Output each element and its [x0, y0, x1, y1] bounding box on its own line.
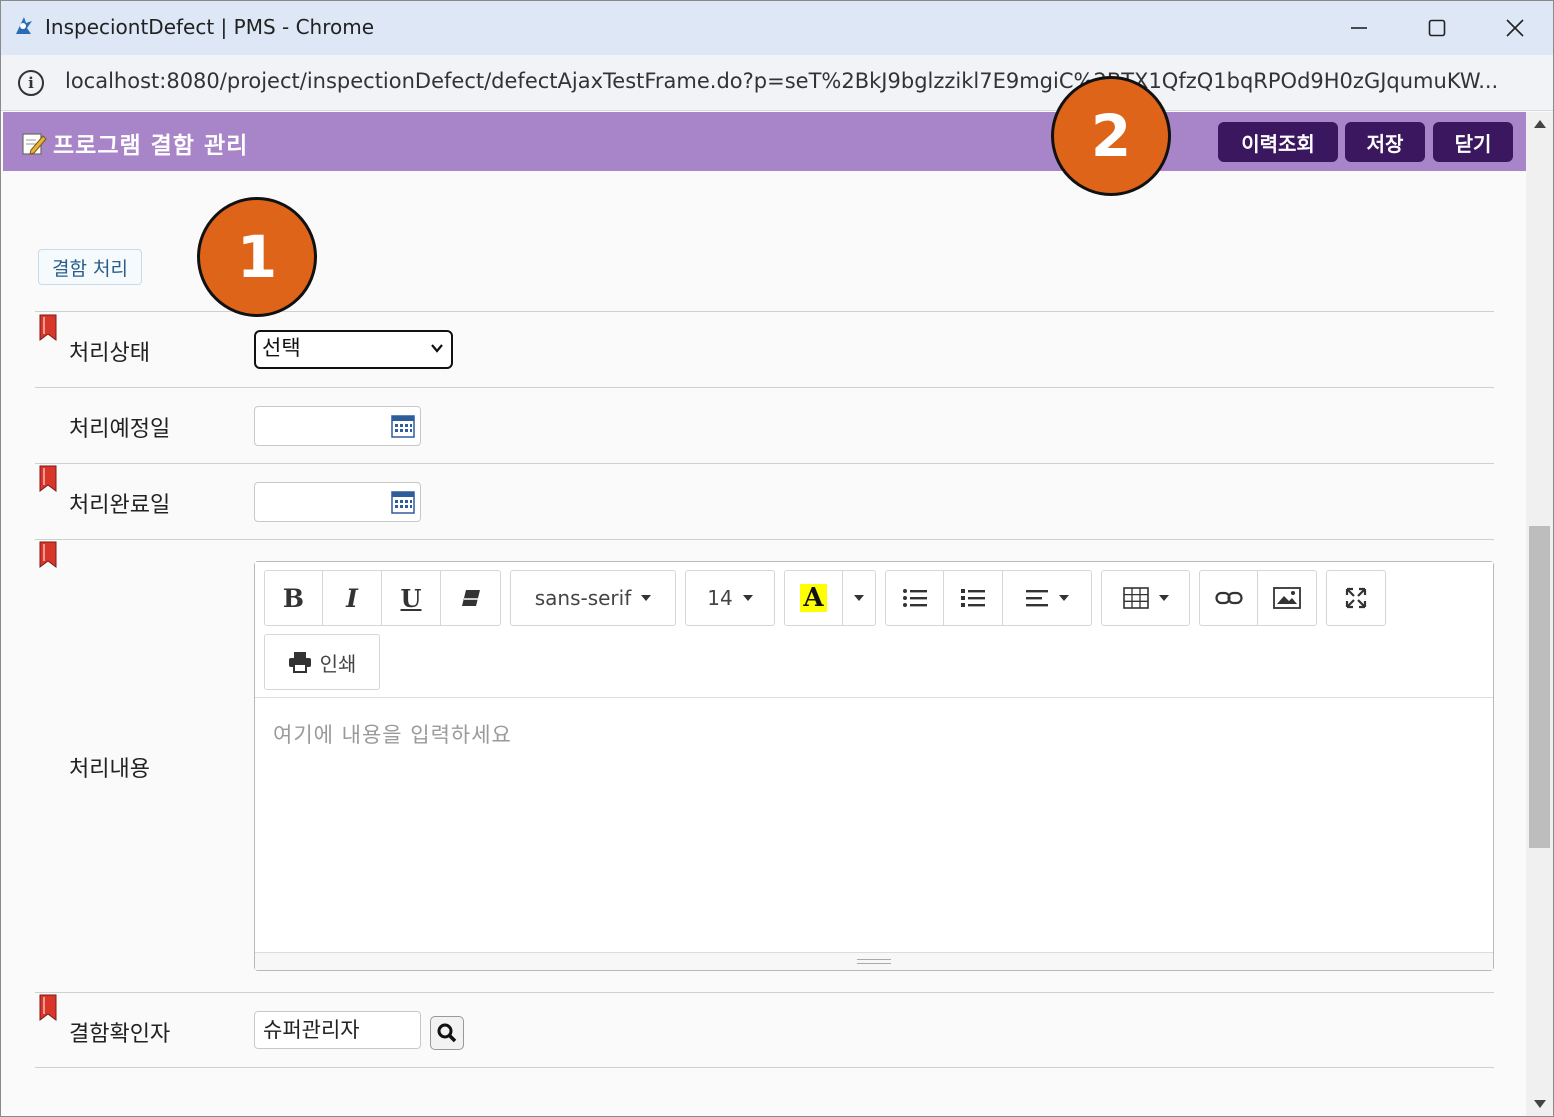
align-left-icon	[1026, 590, 1048, 607]
printer-icon	[288, 652, 311, 673]
required-bookmark-icon	[39, 541, 57, 568]
save-button[interactable]: 저장	[1345, 122, 1425, 162]
close-icon	[1506, 19, 1524, 37]
section-label: 결함 처리	[38, 249, 142, 285]
minimize-icon	[1351, 27, 1367, 29]
required-bookmark-icon	[39, 314, 57, 341]
page-title: 프로그램 결함 관리	[53, 133, 249, 159]
editor-resize-bar[interactable]	[255, 952, 1493, 970]
ordered-list-button[interactable]	[944, 571, 1003, 625]
table-dropdown[interactable]	[1101, 570, 1190, 626]
style-button-group: B I U	[264, 570, 501, 626]
font-size-value: 14	[707, 586, 733, 610]
caret-down-icon	[1059, 595, 1069, 601]
unordered-list-icon	[902, 589, 927, 607]
color-button-group: A	[784, 570, 876, 626]
print-label: 인쇄	[319, 651, 357, 676]
unordered-list-button[interactable]	[886, 571, 944, 625]
history-button[interactable]: 이력조회	[1218, 122, 1338, 162]
font-size-dropdown[interactable]: 14	[685, 570, 775, 626]
status-select[interactable]: 선택	[254, 330, 453, 369]
caret-down-icon	[1158, 595, 1169, 601]
caret-down-icon	[742, 595, 753, 601]
status-select-value: 선택	[262, 336, 301, 360]
calendar-icon[interactable]	[390, 413, 416, 439]
editor-content-area[interactable]: 여기에 내용을 입력하세요	[255, 699, 1493, 951]
completed-date-input[interactable]	[254, 482, 421, 522]
resize-grip-icon[interactable]	[857, 959, 891, 964]
fullscreen-icon	[1345, 587, 1367, 609]
font-color-icon: A	[800, 584, 827, 612]
bold-icon: B	[282, 583, 305, 613]
close-window-button[interactable]	[1485, 7, 1545, 49]
confirmer-input[interactable]: 슈퍼관리자	[254, 1011, 421, 1049]
row-divider	[35, 992, 1494, 993]
url-field[interactable]: localhost:8080/project/inspectionDefect/…	[65, 69, 1525, 93]
table-icon	[1122, 587, 1149, 609]
rich-text-editor: B I U sans-serif 14 A 인쇄 여기에 내용을 입력하세요	[254, 561, 1494, 971]
vertical-scrollbar[interactable]	[1526, 112, 1553, 1116]
row-divider	[35, 1067, 1494, 1068]
status-label: 처리상태	[69, 341, 150, 366]
required-bookmark-icon	[39, 994, 57, 1021]
browser-window: InspeciontDefect | PMS - Chrome i localh…	[0, 0, 1554, 1117]
confirmer-search-button[interactable]	[430, 1016, 464, 1050]
info-icon[interactable]: i	[18, 70, 44, 96]
color-dropdown-button[interactable]	[843, 571, 875, 625]
align-dropdown[interactable]	[1003, 571, 1091, 625]
planned-date-label: 처리예정일	[69, 417, 171, 442]
maximize-button[interactable]	[1407, 7, 1467, 49]
ordered-list-icon	[961, 589, 985, 607]
window-title: InspeciontDefect | PMS - Chrome	[45, 15, 375, 39]
fullscreen-button[interactable]	[1326, 570, 1386, 626]
confirmer-label: 결함확인자	[69, 1022, 171, 1047]
chevron-down-icon	[431, 344, 443, 353]
paragraph-button-group	[885, 570, 1092, 626]
minimize-button[interactable]	[1329, 7, 1389, 49]
scroll-down-arrow-icon[interactable]	[1534, 1100, 1546, 1108]
editor-toolbar: B I U sans-serif 14 A 인쇄	[255, 562, 1493, 698]
font-family-dropdown[interactable]: sans-serif	[510, 570, 676, 626]
font-color-button[interactable]: A	[785, 571, 843, 625]
eraser-icon	[461, 590, 480, 606]
required-bookmark-icon	[39, 465, 57, 492]
close-button[interactable]: 닫기	[1433, 122, 1513, 162]
title-bar: InspeciontDefect | PMS - Chrome	[1, 1, 1553, 55]
row-divider	[35, 463, 1494, 464]
maximize-icon	[1428, 19, 1446, 37]
link-button[interactable]	[1200, 571, 1258, 625]
underline-button[interactable]: U	[382, 571, 441, 625]
underline-icon: U	[400, 583, 422, 613]
link-icon	[1214, 591, 1243, 605]
font-family-value: sans-serif	[534, 586, 632, 610]
caret-down-icon	[854, 595, 864, 601]
page-header: 프로그램 결함 관리 이력조회 저장 닫기	[3, 112, 1526, 171]
row-divider	[35, 387, 1494, 388]
search-icon	[437, 1023, 457, 1043]
insert-button-group	[1199, 570, 1317, 626]
callout-2-badge: 2	[1051, 76, 1171, 196]
app-icon	[16, 17, 32, 34]
image-button[interactable]	[1258, 571, 1316, 625]
eraser-button[interactable]	[441, 571, 500, 625]
scroll-thumb[interactable]	[1529, 526, 1550, 848]
callout-1-badge: 1	[197, 197, 317, 317]
editor-placeholder: 여기에 내용을 입력하세요	[273, 723, 512, 747]
edit-icon	[22, 133, 47, 155]
row-divider	[35, 539, 1494, 540]
caret-down-icon	[641, 595, 652, 601]
scroll-up-arrow-icon[interactable]	[1534, 120, 1546, 128]
print-button[interactable]: 인쇄	[264, 634, 380, 690]
planned-date-input[interactable]	[254, 406, 421, 446]
italic-icon: I	[346, 583, 358, 613]
bold-button[interactable]: B	[265, 571, 323, 625]
calendar-icon[interactable]	[390, 489, 416, 515]
completed-date-label: 처리완료일	[69, 493, 171, 518]
italic-button[interactable]: I	[323, 571, 382, 625]
content-label: 처리내용	[69, 757, 150, 782]
image-icon	[1273, 587, 1301, 609]
address-bar: i localhost:8080/project/inspectionDefec…	[1, 55, 1553, 111]
